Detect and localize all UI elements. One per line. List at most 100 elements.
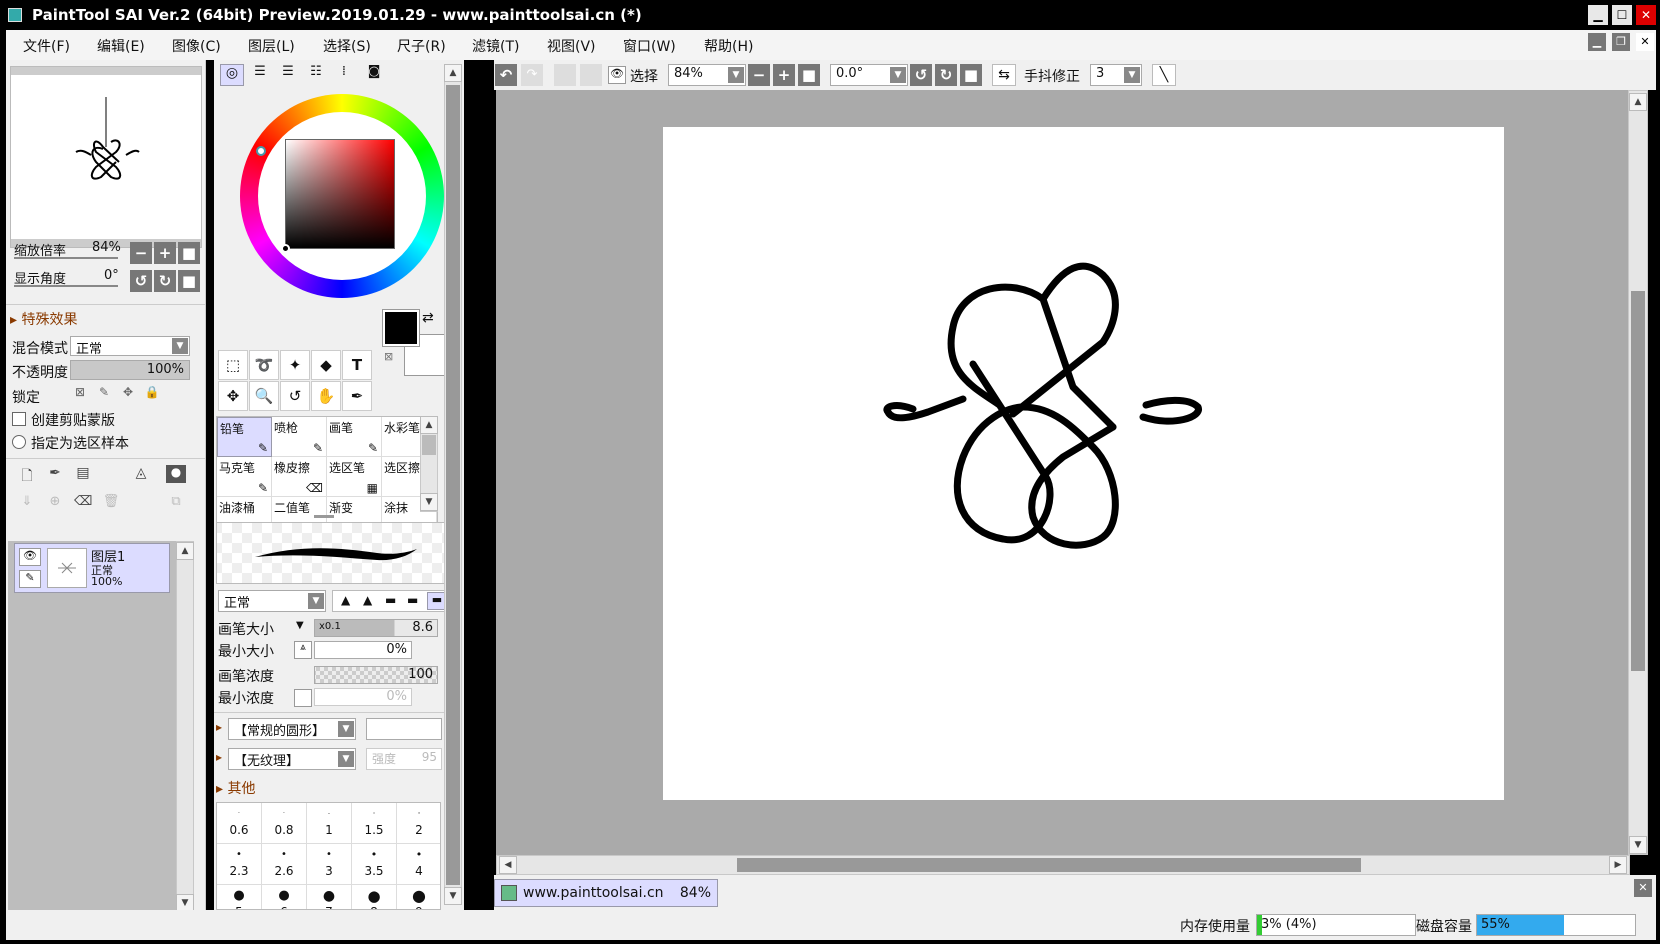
undo-icon[interactable]: ↶	[495, 64, 517, 86]
menu-filter[interactable]: 滤镜(T)	[472, 36, 519, 56]
tabbar-close-icon[interactable]: ✕	[1634, 879, 1652, 897]
layer-fill-icon[interactable]: ●	[166, 465, 186, 483]
brush-brush[interactable]: 画笔 ✎	[327, 417, 382, 457]
shape-expand-icon[interactable]: ▸	[216, 720, 222, 734]
min-density-checkbox[interactable]	[294, 689, 312, 707]
size-preset[interactable]: · 0.6	[217, 803, 262, 844]
brush-select-pen[interactable]: 选区笔 ▦	[327, 457, 382, 497]
zoom-out-icon[interactable]: −	[130, 242, 152, 264]
density-slider[interactable]: 100	[314, 666, 438, 684]
size-preset[interactable]: • 3.5	[352, 844, 397, 885]
canvas-paper[interactable]	[663, 127, 1504, 800]
text-tool[interactable]: T	[342, 350, 372, 380]
toolbar-rotate-reset-icon[interactable]: ■	[960, 64, 982, 86]
scroll-right-icon[interactable]: ▶	[1609, 856, 1627, 874]
brush-grid-scrollbar[interactable]: ▲ ▼	[420, 416, 438, 512]
menu-select[interactable]: 选择(S)	[323, 36, 371, 56]
menu-image[interactable]: 图像(C)	[172, 36, 221, 56]
brush-pencil[interactable]: 铅笔 ✎	[217, 417, 272, 457]
size-preset[interactable]: • 4	[397, 844, 440, 885]
zoom-reset-icon[interactable]: ■	[178, 242, 200, 264]
invert-select-icon[interactable]	[580, 64, 602, 86]
scroll-up-icon[interactable]: ▲	[420, 416, 438, 434]
layer-row[interactable]: 👁 ✎ 图层1 正常 100%	[14, 543, 170, 593]
angle-select[interactable]: 0.0° ▼	[830, 64, 908, 86]
brush-eraser[interactable]: 橡皮擦 ⌫	[272, 457, 327, 497]
size-preset[interactable]: • 2.3	[217, 844, 262, 885]
new-folder-icon[interactable]: ▤	[74, 465, 92, 485]
lasso-tool[interactable]: ➰	[249, 350, 279, 380]
size-preset[interactable]: · 1.5	[352, 803, 397, 844]
texture-strength-field[interactable]: 强度 95	[366, 748, 442, 770]
scroll-thumb[interactable]	[422, 435, 436, 455]
delete-layer-icon[interactable]: 🗑	[102, 494, 120, 514]
rotate-right-icon[interactable]: ↻	[154, 270, 176, 292]
stabilizer-select[interactable]: 3 ▼	[1090, 64, 1142, 86]
brush-shape-select[interactable]: 【常规的圆形】 ▼	[228, 718, 356, 740]
shape-strength-field[interactable]	[366, 718, 442, 740]
eyedropper-tool[interactable]: ✒	[342, 381, 372, 411]
size-preset[interactable]: • 2.6	[262, 844, 307, 885]
scroll-up-icon[interactable]: ▲	[444, 64, 462, 82]
shape-tool[interactable]: ◆	[311, 350, 341, 380]
flip-horizontal-icon[interactable]: ⇆	[992, 64, 1016, 86]
effects-section[interactable]: ▸ 特殊效果	[10, 309, 77, 329]
angle-slider[interactable]	[14, 285, 118, 287]
doc-minimize-icon[interactable]: ▁	[1588, 33, 1606, 51]
brush-airbrush[interactable]: 喷枪 ✎	[272, 417, 327, 457]
hsv-slider-tab-icon[interactable]: ☰	[276, 64, 300, 86]
lock-paint-icon[interactable]: ✎	[94, 385, 114, 405]
line-tool-icon[interactable]: ╲	[1152, 64, 1176, 86]
doc-restore-icon[interactable]: ❐	[1612, 33, 1630, 51]
menu-file[interactable]: 文件(F)	[23, 36, 70, 56]
combine-icon[interactable]: ⊕	[46, 494, 64, 514]
lock-all-icon[interactable]: 🔒	[142, 385, 162, 405]
pressure-curve-icon[interactable]: ⩓	[294, 641, 312, 659]
tip-flat-icon[interactable]: ▬	[385, 593, 396, 607]
scroll-thumb[interactable]	[446, 85, 460, 885]
size-preset[interactable]: ●5	[217, 885, 262, 909]
minimize-icon[interactable]: ▁	[1588, 5, 1608, 25]
zoom-slider[interactable]	[14, 257, 118, 259]
rect-select-tool[interactable]: ⬚	[218, 350, 248, 380]
menu-layer[interactable]: 图层(L)	[248, 36, 295, 56]
document-tab[interactable]: www.painttoolsai.cn 84%	[494, 879, 718, 907]
scroll-down-icon[interactable]: ▼	[420, 493, 438, 511]
opacity-slider[interactable]: 100%	[70, 360, 190, 380]
other-section[interactable]: ▸ 其他	[216, 778, 255, 798]
size-preset[interactable]: ●9	[397, 885, 440, 909]
tip-square-icon[interactable]: ▬	[407, 593, 418, 607]
layer-pen-icon[interactable]: ✎	[19, 570, 41, 588]
scroll-left-icon[interactable]: ◀	[499, 856, 517, 874]
tip-round-icon[interactable]: ▲	[341, 593, 350, 607]
zoom-select[interactable]: 84% ▼	[668, 64, 746, 86]
scroll-thumb[interactable]	[737, 858, 1361, 872]
brush-mode-select[interactable]: 正常 ▼	[218, 590, 326, 612]
selection-visibility-icon[interactable]: 👁	[608, 66, 626, 84]
clip-checkbox[interactable]	[12, 412, 26, 426]
color-mix-tab-icon[interactable]: ◙	[362, 64, 386, 86]
blend-mode-select[interactable]: 正常 ▼	[70, 336, 190, 357]
merge-down-icon[interactable]: ⇓	[18, 494, 36, 514]
sv-square[interactable]	[285, 139, 395, 249]
brush-texture-select[interactable]: 【无纹理】 ▼	[228, 748, 356, 770]
size-preset[interactable]: ●8	[352, 885, 397, 909]
navigator-preview[interactable]	[10, 66, 202, 248]
primary-color-swatch[interactable]	[382, 309, 420, 347]
size-preset[interactable]: · 0.8	[262, 803, 307, 844]
tool-panel-scrollbar[interactable]: ▲ ▼	[444, 64, 462, 905]
scroll-up-icon[interactable]: ▲	[176, 542, 194, 560]
maximize-icon[interactable]: ☐	[1612, 5, 1632, 25]
transparent-color-icon[interactable]: ⊠	[384, 350, 393, 363]
new-layer-icon[interactable]: 🗋	[18, 465, 36, 485]
menu-view[interactable]: 视图(V)	[547, 36, 596, 56]
magic-wand-tool[interactable]: ✦	[280, 350, 310, 380]
scroll-down-icon[interactable]: ▼	[1629, 836, 1647, 854]
lock-transparency-icon[interactable]: ⊠	[70, 385, 90, 405]
size-dropdown-icon[interactable]: ▼	[296, 620, 304, 631]
brush-size-slider[interactable]: x0.1 8.6	[314, 619, 438, 637]
doc-close-icon[interactable]: ✕	[1636, 33, 1654, 51]
texture-expand-icon[interactable]: ▸	[216, 750, 222, 764]
size-preset[interactable]: • 3	[307, 844, 352, 885]
deselect-icon[interactable]	[554, 64, 576, 86]
